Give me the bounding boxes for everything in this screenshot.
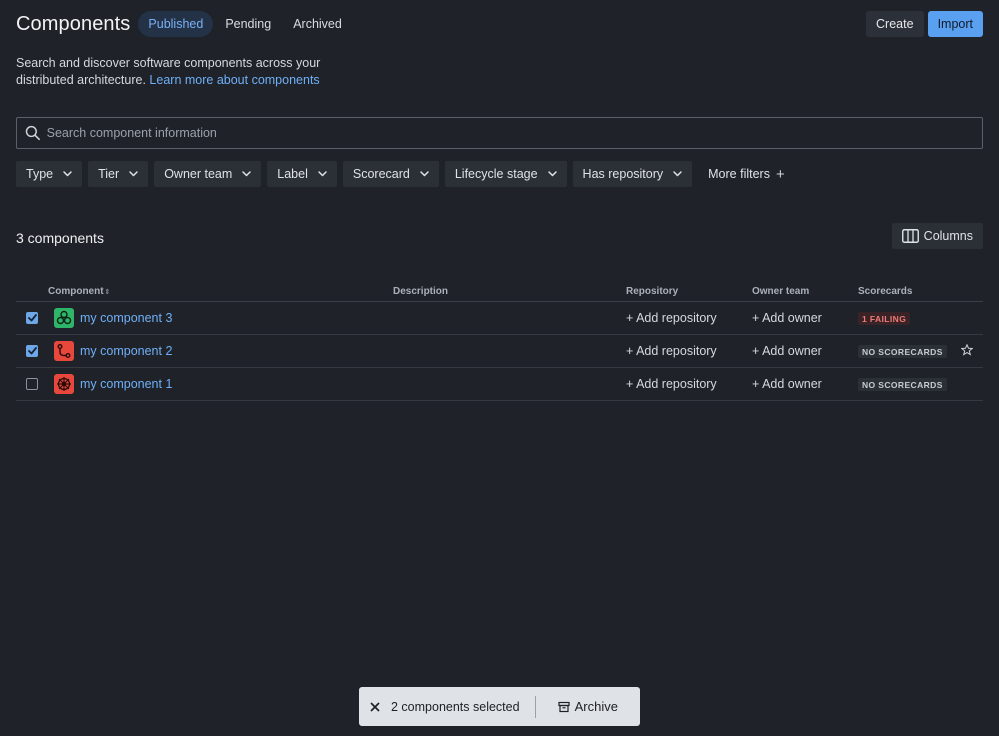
chevron-down-icon [420,171,429,177]
chevron-down-icon [63,171,72,177]
more-filters-label: More filters [708,167,770,181]
close-icon [370,701,380,712]
filter-label: Type [26,167,54,181]
star-icon[interactable] [960,343,974,359]
columns-label: Columns [923,229,973,243]
header-repository: Repository [626,286,679,297]
filter-label: Label [277,167,308,181]
clear-selection-button[interactable] [359,701,391,712]
chevron-down-icon [242,171,252,177]
more-filters-button[interactable]: More filters + [698,161,795,187]
filter-bar: Type Tier Owner team Label Scorecard Lifecycl… [16,161,795,187]
columns-button[interactable]: Columns [891,223,983,249]
add-owner-link[interactable]: + Add owner [752,377,822,391]
create-button[interactable]: Create [866,11,924,37]
page-description: Search and discover software components … [16,55,376,89]
header-actions: Create Import [866,11,983,37]
filter-owner-team[interactable]: Owner team [154,161,262,187]
filter-label: Has repository [582,167,664,181]
archive-button[interactable]: Archive [536,699,640,714]
row-checkbox[interactable] [26,312,38,324]
filter-label: Tier [98,167,120,181]
component-count: 3 components [16,230,104,246]
add-repository-link[interactable]: + Add repository [626,344,717,358]
plus-icon: + [775,165,785,183]
add-repository-link[interactable]: + Add repository [626,311,717,325]
add-repository-link[interactable]: + Add repository [626,377,717,391]
learn-more-link[interactable]: Learn more about components [149,73,319,87]
scorecard-badge: NO SCORECARDS [858,378,947,391]
helm-icon [54,374,74,394]
chevron-down-icon [673,171,682,177]
archive-label: Archive [574,699,618,714]
components-table: Component⇕ Description Repository Owner … [16,281,983,401]
branch-icon [54,341,74,361]
tab-archived[interactable]: Archived [283,11,352,37]
component-link[interactable]: my component 2 [80,344,172,358]
component-link[interactable]: my component 1 [80,377,172,391]
chevron-down-icon [129,171,138,177]
columns-icon [901,229,919,243]
filter-tier[interactable]: Tier [88,161,149,187]
search-icon [25,125,40,141]
filter-lifecycle-stage[interactable]: Lifecycle stage [444,161,567,187]
add-owner-link[interactable]: + Add owner [752,344,822,358]
scorecard-badge: NO SCORECARDS [858,345,947,358]
add-owner-link[interactable]: + Add owner [752,311,822,325]
selection-bar: 2 components selected Archive [359,687,640,726]
chevron-down-icon [547,171,557,177]
filter-label[interactable]: Label [267,161,337,187]
tab-published[interactable]: Published [138,11,214,37]
table-row[interactable]: my component 2 + Add repository + Add owne… [16,335,983,368]
header-scorecards: Scorecards [858,286,913,297]
selected-count: 2 components selected [391,699,520,714]
table-row[interactable]: my component 3 + Add repository + Add owne… [16,302,983,335]
table-row[interactable]: my component 1 + Add repository + Add owne… [16,368,983,401]
chevron-down-icon [318,171,327,177]
tab-pending[interactable]: Pending [215,11,281,37]
filter-scorecard[interactable]: Scorecard [342,161,439,187]
cluster-icon [54,308,74,328]
table-body: my component 3 + Add repository + Add owne… [16,302,983,401]
filter-type[interactable]: Type [16,161,83,187]
row-checkbox[interactable] [26,345,38,357]
filter-has-repository[interactable]: Has repository [572,161,693,187]
search-bar[interactable] [16,117,983,149]
filter-label: Lifecycle stage [454,167,538,181]
header-component[interactable]: Component⇕ [48,286,110,297]
row-checkbox[interactable] [26,378,38,390]
search-input[interactable] [46,126,982,140]
page-title: Components [16,12,131,35]
header-owner-team: Owner team [752,286,810,297]
page-header: Components Published Pending Archived Cr… [16,10,983,38]
component-link[interactable]: my component 3 [80,311,172,325]
scorecard-badge: 1 FAILING [858,312,911,325]
import-button[interactable]: Import [927,11,983,37]
archive-icon [558,701,570,712]
filter-label: Owner team [164,167,233,181]
table-header: Component⇕ Description Repository Owner … [16,281,983,302]
filter-label: Scorecard [352,167,410,181]
header-description: Description [393,286,449,297]
